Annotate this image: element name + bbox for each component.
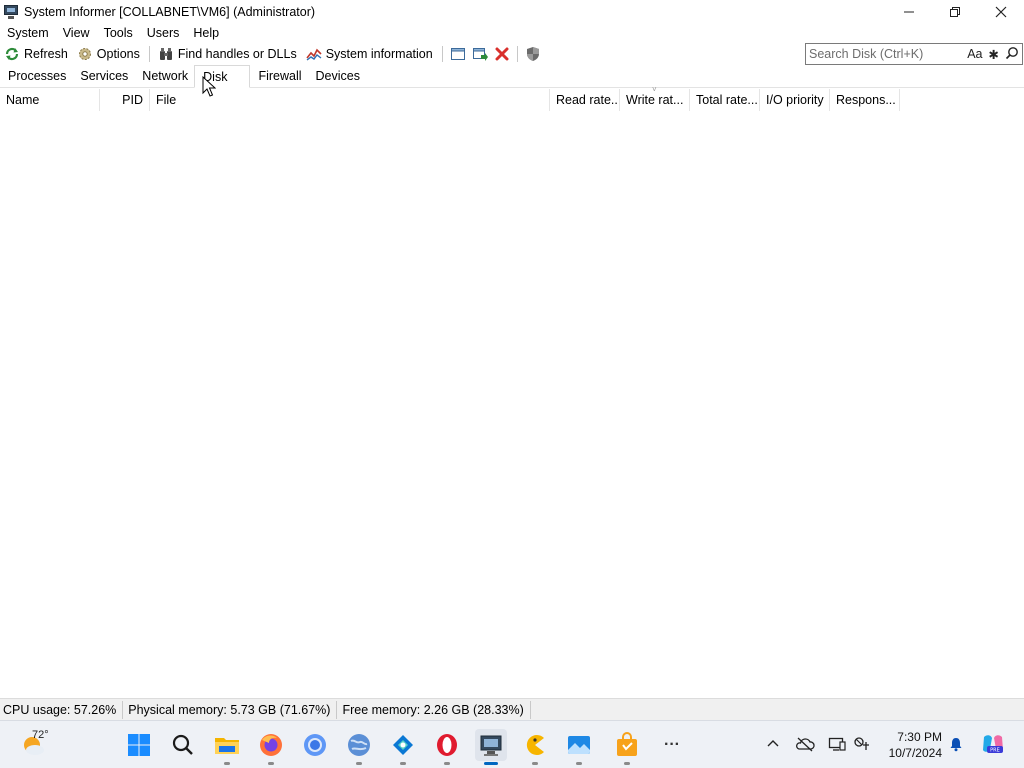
toolbar-separator — [441, 46, 443, 62]
more-apps-icon[interactable]: ··· — [656, 729, 688, 761]
status-bar: CPU usage: 57.26% Physical memory: 5.73 … — [0, 698, 1024, 720]
close-button[interactable] — [978, 0, 1024, 23]
column-name[interactable]: Name — [0, 89, 100, 111]
tab-processes[interactable]: Processes — [0, 65, 72, 87]
window-icon[interactable] — [447, 43, 469, 65]
refresh-label: Refresh — [24, 47, 68, 61]
firefox-icon[interactable] — [255, 729, 287, 765]
weather-temperature: 72° — [32, 729, 49, 741]
search-input[interactable] — [806, 44, 965, 64]
running-indicator — [444, 762, 450, 765]
restore-button[interactable] — [932, 0, 978, 23]
shield-icon[interactable] — [522, 43, 544, 65]
running-indicator — [624, 762, 630, 765]
copilot-preview-icon[interactable]: PRE — [980, 734, 1006, 754]
tab-strip: Processes Services Network Disk Firewall… — [0, 65, 1024, 88]
tab-devices[interactable]: Devices — [308, 65, 366, 87]
running-indicator — [356, 762, 362, 765]
notification-bell-icon[interactable] — [946, 734, 966, 754]
refresh-icon — [4, 46, 20, 62]
binoculars-icon — [158, 46, 174, 62]
menu-tools[interactable]: Tools — [97, 23, 140, 43]
regex-toggle[interactable]: ✱ — [986, 47, 1002, 62]
column-pid[interactable]: PID — [100, 89, 150, 111]
gear-icon — [77, 46, 93, 62]
options-button[interactable]: Options — [73, 43, 145, 65]
start-button[interactable] — [123, 729, 155, 761]
menu-bar: System View Tools Users Help — [0, 23, 226, 43]
status-cpu-usage: CPU usage: 57.26% — [0, 700, 124, 719]
onedrive-offline-icon[interactable] — [795, 734, 815, 754]
refresh-button[interactable]: Refresh — [0, 43, 73, 65]
column-write-rate-label: Write rat... — [626, 93, 684, 107]
column-write-rate[interactable]: ˅ Write rat... — [620, 85, 690, 111]
toolbar-separator — [148, 46, 150, 62]
menu-help[interactable]: Help — [186, 23, 226, 43]
system-clock[interactable]: 7:30 PM 10/7/2024 — [884, 729, 942, 761]
title-bar: System Informer [COLLABNET\VM6] (Adminis… — [0, 0, 1024, 23]
active-indicator — [484, 762, 498, 765]
window-go-icon[interactable] — [469, 43, 491, 65]
system-informer-taskbar-icon[interactable] — [475, 729, 507, 765]
search-icon[interactable] — [1002, 46, 1022, 63]
system-informer-app-icon[interactable] — [3, 4, 19, 20]
menu-users[interactable]: Users — [140, 23, 187, 43]
search-taskbar-icon[interactable] — [167, 729, 199, 761]
system-information-label: System information — [325, 47, 433, 61]
running-indicator — [532, 762, 538, 765]
running-indicator — [576, 762, 582, 765]
toolbar-separator — [516, 46, 518, 62]
opera-icon[interactable] — [431, 729, 463, 765]
column-response[interactable]: Respons... — [830, 89, 900, 111]
column-total-rate[interactable]: Total rate... — [690, 89, 760, 111]
taskbar: 72° ··· 7:30 PM 10/7/2024 PRE — [0, 720, 1024, 768]
svg-text:PRE: PRE — [990, 748, 1000, 754]
running-indicator — [268, 762, 274, 765]
status-physical-memory: Physical memory: 5.73 GB (71.67%) — [123, 700, 338, 719]
window-title: System Informer [COLLABNET\VM6] (Adminis… — [24, 4, 316, 19]
terminate-icon[interactable] — [491, 43, 513, 65]
find-handles-button[interactable]: Find handles or DLLs — [154, 43, 302, 65]
clock-time: 7:30 PM — [897, 730, 942, 744]
mouse-cursor-icon — [202, 76, 216, 97]
tab-services[interactable]: Services — [72, 65, 134, 87]
file-explorer-icon[interactable] — [211, 729, 243, 765]
chevron-up-icon[interactable] — [763, 734, 783, 754]
system-information-button[interactable]: System information — [302, 43, 438, 65]
chart-line-icon — [306, 46, 322, 62]
store-icon[interactable] — [611, 729, 643, 765]
match-case-toggle[interactable]: Aa — [964, 47, 985, 61]
copilot-app-icon[interactable] — [387, 729, 419, 765]
sort-descending-icon: ˅ — [652, 85, 657, 94]
disk-list[interactable] — [0, 111, 1024, 697]
chrome-icon[interactable] — [299, 729, 331, 761]
column-io-priority[interactable]: I/O priority — [760, 89, 830, 111]
pacman-app-icon[interactable] — [519, 729, 551, 765]
options-label: Options — [96, 47, 140, 61]
search-box: Aa ✱ — [805, 43, 1023, 65]
menu-system[interactable]: System — [0, 23, 56, 43]
find-handles-label: Find handles or DLLs — [177, 47, 297, 61]
network-disconnected-icon[interactable] — [852, 734, 872, 754]
display-icon[interactable] — [827, 734, 847, 754]
clock-date: 10/7/2024 — [888, 746, 942, 760]
tab-firewall[interactable]: Firewall — [250, 65, 307, 87]
minimize-button[interactable] — [886, 0, 932, 23]
running-indicator — [400, 762, 406, 765]
network-globe-icon[interactable] — [343, 729, 375, 765]
running-indicator — [224, 762, 230, 765]
tab-network[interactable]: Network — [134, 65, 194, 87]
status-free-memory: Free memory: 2.26 GB (28.33%) — [337, 700, 531, 719]
menu-view[interactable]: View — [56, 23, 97, 43]
column-read-rate[interactable]: Read rate... — [550, 89, 620, 111]
photos-icon[interactable] — [563, 729, 595, 765]
column-header: Name PID File Read rate... ˅ Write rat..… — [0, 85, 1024, 111]
